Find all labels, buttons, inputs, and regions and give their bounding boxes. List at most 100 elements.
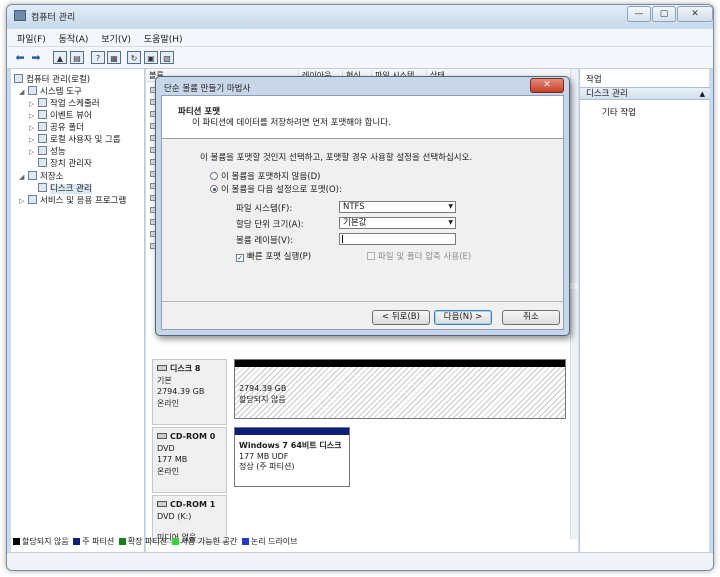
radio-button-selected[interactable] bbox=[210, 185, 218, 193]
menu-bar: 파일(F) 동작(A) 보기(V) 도움말(H) bbox=[7, 29, 713, 47]
radio-button[interactable] bbox=[210, 172, 218, 180]
close-button[interactable]: ✕ bbox=[677, 6, 713, 22]
collapse-arrow-icon[interactable]: ◢ bbox=[19, 88, 28, 96]
radio-format[interactable]: 이 볼륨을 다음 설정으로 포맷(O): bbox=[210, 183, 342, 195]
optical-drive-icon bbox=[157, 433, 167, 439]
tree-item-disk-management[interactable]: 디스크 관리 bbox=[38, 182, 92, 194]
collapse-up-icon[interactable]: ▲ bbox=[700, 88, 705, 100]
wizard-close-button[interactable]: ✕ bbox=[530, 78, 564, 93]
primary-partition[interactable]: Windows 7 64비트 디스크 177 MB UDF 정상 (주 파티션) bbox=[234, 427, 350, 487]
collapse-arrow-icon[interactable]: ◢ bbox=[19, 173, 28, 181]
menu-file[interactable]: 파일(F) bbox=[17, 29, 46, 45]
dropdown-arrow-icon: ▼ bbox=[448, 219, 453, 226]
radio-no-format[interactable]: 이 볼륨을 포맷하지 않음(D) bbox=[210, 170, 320, 182]
tree-item-shared-folders[interactable]: ▷ 공유 폴더 bbox=[29, 121, 84, 133]
expand-arrow-icon[interactable]: ▷ bbox=[29, 100, 38, 108]
disk-icon bbox=[157, 365, 167, 371]
expand-arrow-icon[interactable]: ▷ bbox=[29, 124, 38, 132]
tree-item-task-scheduler[interactable]: ▷ 작업 스케줄러 bbox=[29, 97, 100, 109]
shared-folder-icon bbox=[38, 122, 47, 131]
legend-swatch-logical bbox=[241, 538, 249, 545]
computer-icon bbox=[14, 74, 23, 83]
tree-item-system-tools[interactable]: ◢ 시스템 도구 bbox=[19, 85, 82, 97]
performance-icon bbox=[38, 146, 47, 155]
expand-arrow-icon[interactable]: ▷ bbox=[29, 148, 38, 156]
window-title: 컴퓨터 관리 bbox=[31, 13, 76, 23]
actions-section-disk-management[interactable]: 디스크 관리 ▲ bbox=[580, 87, 710, 100]
allocation-unit-select[interactable]: 기본값 ▼ bbox=[339, 217, 456, 229]
help-icon[interactable]: ? bbox=[91, 51, 105, 64]
new-simple-volume-wizard: 단순 볼륨 만들기 마법사 ✕ 파티션 포맷 이 파티션에 데이터를 저장하려면… bbox=[155, 76, 570, 336]
volume-list-scrollbar[interactable] bbox=[570, 69, 578, 283]
event-viewer-icon bbox=[38, 110, 47, 119]
users-icon bbox=[38, 134, 47, 143]
expand-arrow-icon[interactable]: ▷ bbox=[19, 197, 28, 205]
expand-arrow-icon[interactable]: ▷ bbox=[29, 136, 38, 144]
dropdown-arrow-icon: ▼ bbox=[448, 203, 453, 210]
properties-icon[interactable]: ▣ bbox=[144, 51, 158, 64]
wizard-title: 단순 볼륨 만들기 마법사 bbox=[164, 84, 251, 94]
toolbar: ⬅ ➡ ▲ ▤ ? ▦ ↻ ▣ ▧ bbox=[7, 47, 713, 69]
text-cursor bbox=[342, 235, 343, 243]
tree-item-storage[interactable]: ◢ 저장소 bbox=[19, 170, 63, 182]
wizard-header: 파티션 포맷 이 파티션에 데이터를 저장하려면 먼저 포맷해야 합니다. bbox=[162, 96, 563, 139]
expand-arrow-icon[interactable]: ▷ bbox=[29, 112, 38, 120]
actions-pane: 작업 디스크 관리 ▲ 기타 작업 bbox=[579, 69, 710, 552]
tree-item-event-viewer[interactable]: ▷ 이벤트 뷰어 bbox=[29, 109, 92, 121]
title-bar: 컴퓨터 관리 — ▢ ✕ bbox=[7, 5, 713, 27]
back-button[interactable]: < 뒤로(B) bbox=[372, 310, 430, 325]
legend-swatch-primary bbox=[73, 538, 81, 545]
actions-header: 작업 bbox=[586, 75, 602, 85]
wizard-divider bbox=[162, 301, 563, 302]
menu-help[interactable]: 도움말(H) bbox=[144, 29, 183, 45]
disk-map-scrollbar[interactable] bbox=[570, 289, 578, 539]
services-icon bbox=[28, 195, 37, 204]
disk-info[interactable]: 디스크 8 기본 2794.39 GB 온라인 bbox=[152, 359, 227, 425]
more-actions-link[interactable]: 기타 작업 bbox=[602, 106, 636, 118]
next-button[interactable]: 다음(N) > bbox=[434, 310, 492, 325]
computer-management-icon bbox=[14, 10, 26, 21]
clock-icon bbox=[38, 98, 47, 107]
compression-checkbox[interactable]: 파일 및 폴더 압축 사용(E) bbox=[367, 250, 471, 262]
legend-swatch-extended bbox=[118, 538, 126, 545]
checkbox-box[interactable] bbox=[367, 252, 375, 260]
export-icon[interactable]: ▧ bbox=[160, 51, 174, 64]
volume-label-input[interactable] bbox=[339, 233, 456, 245]
maximize-button[interactable]: ▢ bbox=[652, 6, 676, 22]
wizard-prompt: 이 볼륨을 포맷할 것인지 선택하고, 포맷할 경우 사용할 설정을 선택하십시… bbox=[200, 153, 473, 163]
up-folder-icon[interactable]: ▲ bbox=[53, 51, 67, 64]
minimize-button[interactable]: — bbox=[627, 6, 651, 22]
menu-view[interactable]: 보기(V) bbox=[101, 29, 131, 45]
disk-row: CD-ROM 0 DVD 177 MB 온라인 Windows 7 64비트 디… bbox=[146, 427, 570, 493]
partition-color-bar bbox=[235, 360, 565, 367]
status-bar bbox=[7, 552, 713, 570]
quick-format-checkbox[interactable]: ✓ 빠른 포맷 실행(P) bbox=[236, 250, 311, 262]
refresh-icon[interactable]: ↻ bbox=[127, 51, 141, 64]
wizard-body: 파티션 포맷 이 파티션에 데이터를 저장하려면 먼저 포맷해야 합니다. 이 … bbox=[161, 95, 564, 330]
tree-item-services-apps[interactable]: ▷ 서비스 및 응용 프로그램 bbox=[19, 194, 126, 206]
cancel-button[interactable]: 취소 bbox=[502, 310, 560, 325]
partition-color-bar bbox=[235, 428, 349, 435]
optical-drive-icon bbox=[157, 501, 167, 507]
tools-icon bbox=[28, 86, 37, 95]
console-icon[interactable]: ▦ bbox=[107, 51, 121, 64]
tree-item-performance[interactable]: ▷ 성능 bbox=[29, 145, 66, 157]
legend-swatch-free-space bbox=[171, 538, 179, 545]
tree-item-root[interactable]: 컴퓨터 관리(로컬) bbox=[14, 73, 90, 85]
legend-swatch-unallocated bbox=[13, 538, 20, 545]
file-system-select[interactable]: NTFS ▼ bbox=[339, 201, 456, 213]
device-manager-icon bbox=[38, 158, 47, 167]
show-hide-tree-icon[interactable]: ▤ bbox=[70, 51, 84, 64]
forward-arrow-icon[interactable]: ➡ bbox=[29, 51, 43, 64]
checkmark-icon[interactable]: ✓ bbox=[236, 254, 244, 262]
unallocated-partition[interactable]: 2794.39 GB 할당되지 않음 bbox=[234, 359, 566, 419]
storage-icon bbox=[28, 171, 37, 180]
disk-info[interactable]: CD-ROM 0 DVD 177 MB 온라인 bbox=[152, 427, 227, 493]
tree-item-local-users[interactable]: ▷ 로컬 사용자 및 그룹 bbox=[29, 133, 121, 145]
menu-action[interactable]: 동작(A) bbox=[59, 29, 89, 45]
allocation-unit-label: 할당 단위 크기(A): bbox=[236, 220, 304, 230]
back-arrow-icon[interactable]: ⬅ bbox=[13, 51, 27, 64]
disk-row: 디스크 8 기본 2794.39 GB 온라인 2794.39 GB 할당되지 … bbox=[146, 359, 570, 425]
wizard-subheading: 이 파티션에 데이터를 저장하려면 먼저 포맷해야 합니다. bbox=[192, 118, 391, 128]
tree-item-device-manager[interactable]: 장치 관리자 bbox=[38, 157, 92, 169]
